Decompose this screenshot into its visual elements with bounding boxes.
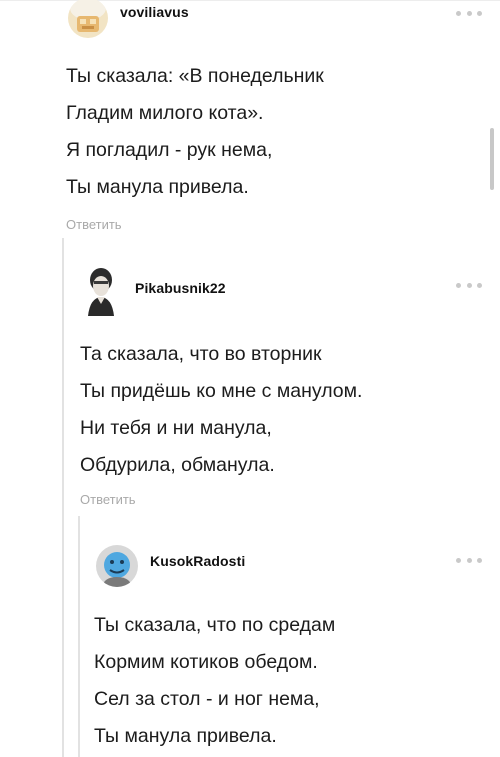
more-horizontal-icon[interactable] <box>456 280 482 290</box>
dot <box>466 282 472 288</box>
dot <box>456 10 461 16</box>
comment-line: Ты сказала, что по средам <box>94 614 336 636</box>
comment-voviliavus: voviliavus Ты сказала: «В понедельник Гл… <box>0 0 500 240</box>
reply-button[interactable]: Ответить <box>66 217 122 232</box>
dot <box>456 557 461 563</box>
user-avatar-icon <box>96 545 138 587</box>
comment-line: Ты манула привела. <box>94 725 277 747</box>
more-horizontal-icon[interactable] <box>456 8 482 18</box>
avatar[interactable] <box>82 264 120 316</box>
comment-text: Ты сказала, что по средам Кормим котиков… <box>94 607 335 755</box>
comment-text: Та сказала, что во вторник Ты придёшь ко… <box>80 336 362 484</box>
comment-line: Я погладил - рук нема, <box>66 139 273 161</box>
dot <box>456 282 461 288</box>
more-horizontal-icon[interactable] <box>456 555 482 565</box>
comment-line: Сел за стол - и ног нема, <box>94 688 320 710</box>
comment-header: voviliavus <box>0 0 500 60</box>
username[interactable]: voviliavus <box>120 4 189 20</box>
comment-line: Гладим милого кота». <box>66 102 264 124</box>
comment-line: Кормим котиков обедом. <box>94 651 318 673</box>
avatar[interactable] <box>96 545 138 587</box>
comment-pikabusnik22: Pikabusnik22 Та сказала, что во вторник … <box>0 260 500 510</box>
username[interactable]: KusokRadosti <box>150 553 245 569</box>
username[interactable]: Pikabusnik22 <box>135 280 226 296</box>
comment-text: Ты сказала: «В понедельник Гладим милого… <box>66 58 324 206</box>
comment-line: Ты манула привела. <box>66 176 249 198</box>
comment-line: Обдурила, обманула. <box>80 454 275 476</box>
dot <box>477 10 482 16</box>
avatar[interactable] <box>68 0 108 38</box>
comment-line: Ни тебя и ни манула, <box>80 417 272 439</box>
dot <box>466 557 472 563</box>
user-avatar-icon <box>68 0 108 38</box>
comment-line: Та сказала, что во вторник <box>80 343 322 365</box>
comment-kusokradosti: KusokRadosti Ты сказала, что по средам К… <box>0 535 500 757</box>
comment-line: Ты придёшь ко мне с манулом. <box>80 380 363 402</box>
dot <box>466 10 472 16</box>
dot <box>477 557 482 563</box>
reply-button[interactable]: Ответить <box>80 492 136 507</box>
dot <box>477 282 482 288</box>
comment-line: Ты сказала: «В понедельник <box>66 65 324 87</box>
user-avatar-icon <box>82 264 120 316</box>
